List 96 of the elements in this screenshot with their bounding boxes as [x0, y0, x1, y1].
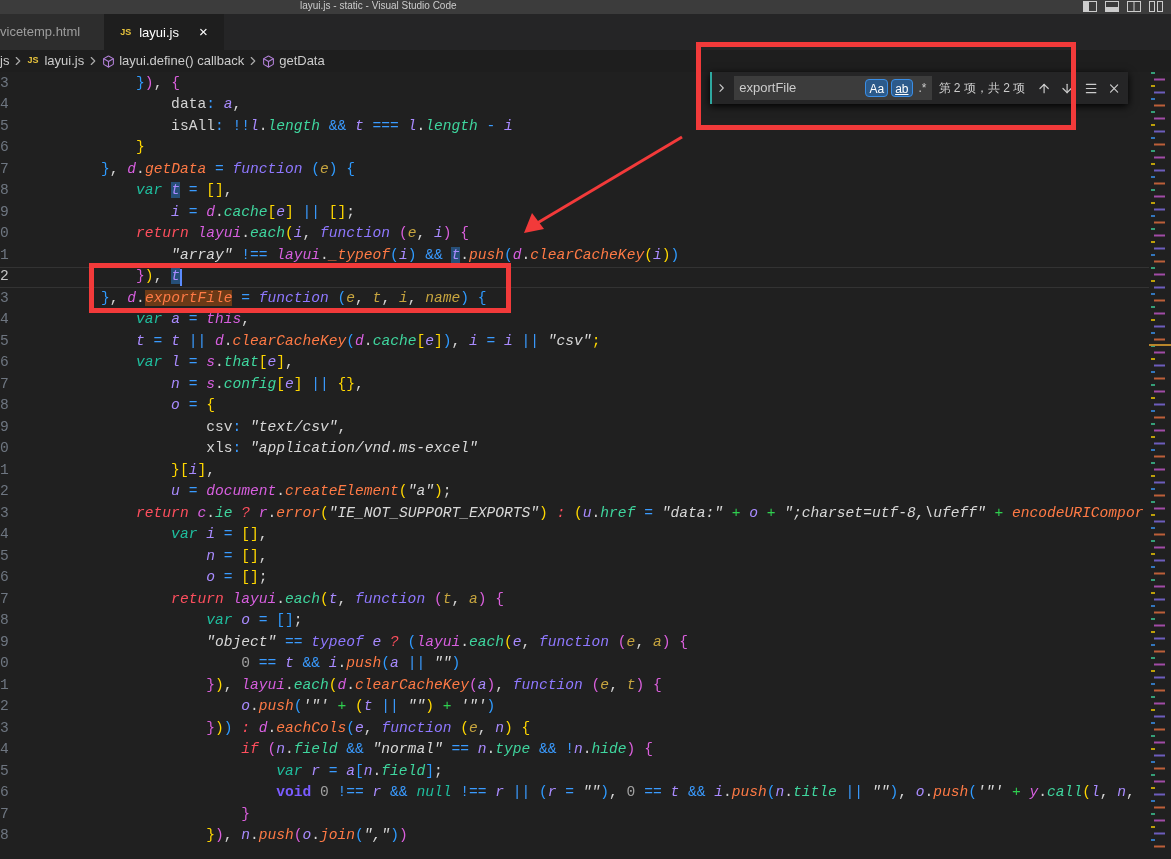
line-number: 8	[0, 611, 10, 631]
code-line: o.push('"' + (t || "") + '"')	[240, 697, 496, 717]
line-number: 4	[0, 525, 10, 545]
line-number: 4	[0, 740, 10, 760]
text-cursor	[179, 268, 182, 286]
find-option-toggle[interactable]: ab	[891, 79, 913, 97]
editor-tab[interactable]: JS layui.js ×	[104, 14, 224, 50]
line-number: 9	[0, 632, 10, 652]
line-number: 1	[0, 460, 10, 480]
code-line: n = [],	[205, 546, 268, 566]
code-line: n = s.config[e] || {},	[170, 374, 364, 394]
line-number: 8	[0, 181, 10, 201]
code-line: t = t || d.clearCacheKey(d.cache[e]), i = i || "csv";	[135, 331, 601, 351]
line-number: 5	[0, 331, 10, 351]
find-input[interactable]: exportFile Aa ab .*	[734, 76, 932, 100]
code-line: return layui.each(i, function (e, i) {	[135, 224, 469, 244]
code-line: }, d.exportFile = function (e, t, i, name) {	[100, 288, 487, 308]
line-number: 5	[0, 116, 10, 136]
code-line: var t = [],	[135, 181, 233, 201]
code-line: csv: "text/csv",	[205, 417, 347, 437]
line-number: 6	[0, 568, 10, 588]
code-line: var o = [];	[205, 611, 303, 631]
line-number: 3	[0, 503, 10, 523]
line-number: 1	[0, 245, 10, 265]
code-line: xls: "application/vnd.ms-excel"	[205, 439, 478, 459]
code-line: var l = s.that[e],	[135, 353, 294, 373]
tab-label: layui.js	[139, 23, 179, 42]
code-line: }	[135, 138, 145, 158]
line-number: 8	[0, 826, 10, 846]
code-line: i = d.cache[e] || [];	[170, 202, 356, 222]
layout-icon[interactable]	[1127, 1, 1141, 12]
find-option-toggle[interactable]: .*	[915, 79, 930, 97]
js-file-icon: JS	[120, 25, 132, 40]
line-number: 5	[0, 761, 10, 781]
window-title: layui.js - static - Visual Studio Code	[300, 0, 457, 12]
code-line: }), n.push(o.join(","))	[205, 826, 408, 846]
code-line: var i = [],	[170, 525, 268, 545]
code-line: return layui.each(t, function (t, a) {	[170, 589, 504, 609]
line-number: 8	[0, 396, 10, 416]
close-icon[interactable]: ×	[198, 21, 208, 44]
line-number: 6	[0, 783, 10, 803]
code-line: var r = a[n.field];	[275, 761, 443, 781]
code-line: return c.ie ? r.error("IE_NOT_SUPPORT_EXPORTS") : (u.href = "data:" + o + ";charset=utf-8,\ufeff" + encodeURICompor	[135, 503, 1144, 523]
code-line: void 0 !== r && null !== r || (r = ""), 0 == t && i.push(n.title || ""), o.push('"' + y.call(l, n,	[275, 783, 1135, 803]
code-line: isAll: !!l.length && t === l.length - i	[170, 116, 513, 136]
line-number: 3	[0, 288, 10, 308]
line-number: 5	[0, 546, 10, 566]
line-number: 7	[0, 159, 10, 179]
breadcrumb-item[interactable]: layui.js	[44, 51, 85, 71]
line-number: 9	[0, 202, 10, 222]
layout-icon[interactable]	[1105, 1, 1119, 12]
line-number: 2	[0, 697, 10, 717]
line-number: 3	[0, 73, 10, 93]
js-file-icon: JS	[27, 54, 39, 68]
line-number: 9	[0, 417, 10, 437]
code-line: "array" !== layui._typeof(i) && t.push(d.clearCacheKey(i))	[170, 245, 680, 265]
layout-icon[interactable]	[1083, 1, 1097, 12]
code-line: }), layui.each(d.clearCacheKey(a), function (e, t) {	[205, 675, 662, 695]
line-number: 2	[0, 267, 10, 287]
line-number: 0	[0, 224, 10, 244]
find-option-toggle[interactable]: Aa	[865, 79, 889, 97]
code-line: 0 == t && i.push(a || "")	[240, 654, 461, 674]
code-line: }), {	[135, 73, 180, 93]
breadcrumb-item[interactable]: layui.define() callback	[119, 51, 245, 71]
cube-icon	[262, 54, 276, 68]
editor-tab[interactable]: vicetemp.html	[0, 14, 105, 50]
breadcrumb-item[interactable]: getData	[279, 51, 325, 71]
line-number: 1	[0, 675, 10, 695]
code-line: })) : d.eachCols(e, function (e, n) {	[205, 718, 531, 738]
line-number: 3	[0, 718, 10, 738]
code-line: if (n.field && "normal" == n.type && !n.hide) {	[240, 740, 653, 760]
cube-icon	[102, 54, 116, 68]
line-number: 2	[0, 482, 10, 502]
line-number: 4	[0, 310, 10, 330]
code-line: "object" == typeof e ? (layui.each(e, function (e, a) {	[205, 632, 688, 652]
code-line: }	[240, 804, 250, 824]
code-line: o = [];	[205, 568, 268, 588]
line-number: 7	[0, 804, 10, 824]
code-line: }), t	[135, 267, 180, 287]
code-line: }, d.getData = function (e) {	[100, 159, 356, 179]
match-count: 第 2 项，共 2 项	[938, 80, 1026, 97]
line-number: 6	[0, 138, 10, 158]
line-number: 4	[0, 95, 10, 115]
line-number: 6	[0, 353, 10, 373]
tab-label: vicetemp.html	[0, 23, 81, 42]
code-line: }[i],	[170, 460, 215, 480]
line-number: 7	[0, 374, 10, 394]
line-number: 7	[0, 589, 10, 609]
breadcrumb-item[interactable]: js	[0, 51, 10, 71]
code-line: data: a,	[170, 95, 242, 115]
line-number: 0	[0, 654, 10, 674]
code-line: u = document.createElement("a");	[170, 482, 452, 502]
code-line: var a = this,	[135, 310, 250, 330]
code-line: o = {	[170, 396, 215, 416]
line-number: 0	[0, 439, 10, 459]
layout-icon[interactable]	[1149, 1, 1163, 12]
